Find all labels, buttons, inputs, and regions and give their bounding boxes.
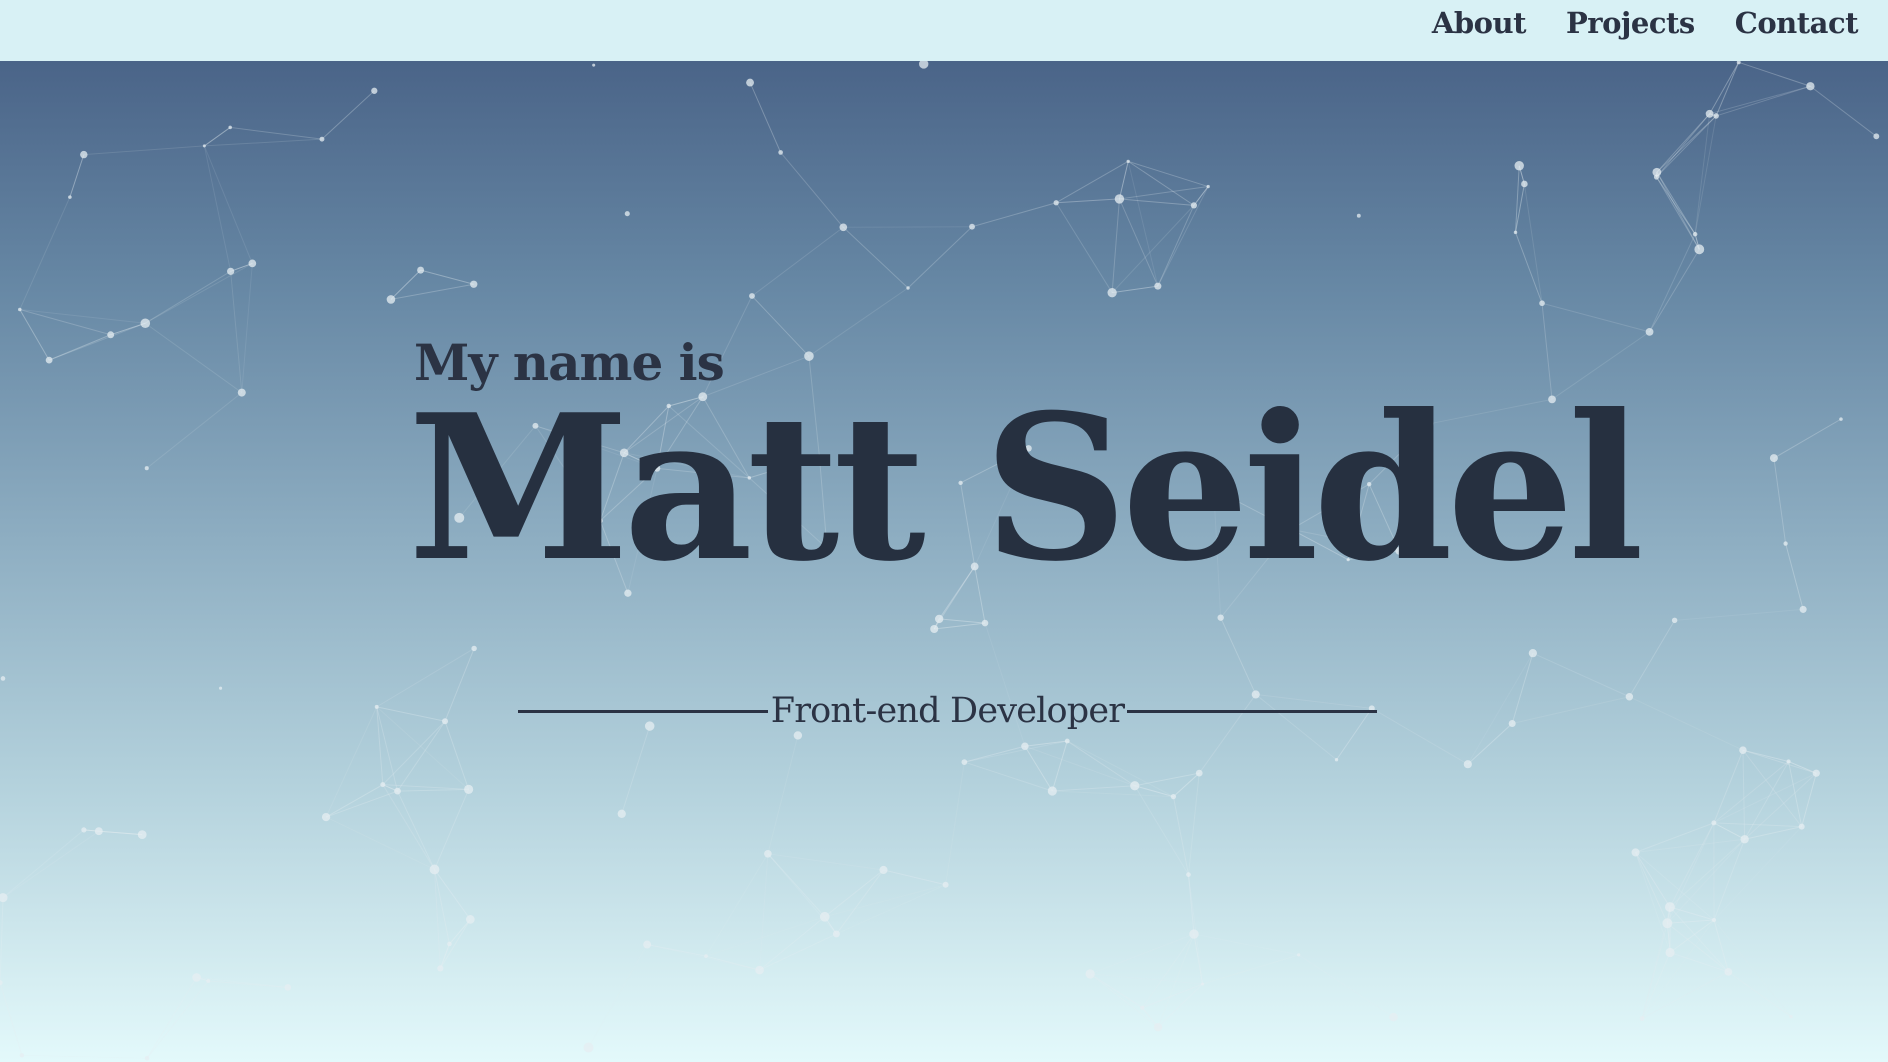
hero-section: My name is Matt Seidel Front-end Develop… — [0, 61, 1888, 1062]
hero-content: My name is Matt Seidel Front-end Develop… — [0, 61, 1888, 1062]
role-divider-left — [518, 709, 768, 713]
role-title: Front-end Developer — [770, 691, 1125, 731]
nav-link-projects[interactable]: Projects — [1566, 6, 1695, 40]
role-divider-right — [1126, 709, 1377, 713]
hero-name: Matt Seidel — [408, 371, 1644, 606]
nav-links: About Projects Contact — [1432, 0, 1859, 46]
role-row: Front-end Developer — [518, 681, 1377, 741]
nav-link-contact[interactable]: Contact — [1735, 6, 1859, 40]
nav-link-about[interactable]: About — [1432, 6, 1527, 40]
top-navbar: About Projects Contact — [0, 0, 1888, 61]
